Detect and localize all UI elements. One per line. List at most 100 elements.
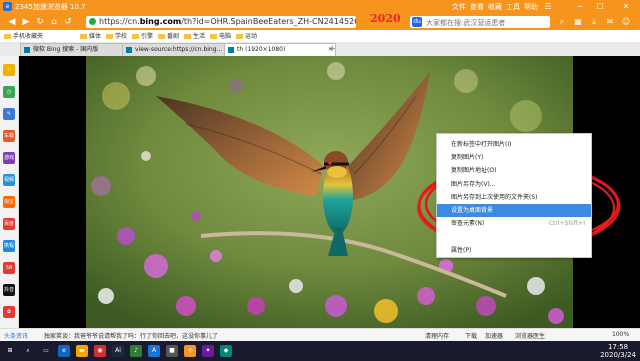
bookmark-anime[interactable]: 番剧 [158,31,179,40]
taskbar-app-icon[interactable]: ■ [166,345,178,357]
tab-image[interactable]: th (1920×1080) ✕ [224,43,336,56]
sidebar-app-icon[interactable]: 58 [3,262,15,274]
menu-favorites[interactable]: 收藏 [488,2,502,12]
bookmark-school[interactable]: 学校 [106,31,127,40]
browser-doctor-button[interactable]: 浏览器医生 [515,331,545,340]
sidebar-app-icon[interactable]: 车载 [3,130,15,142]
phone-icon [4,34,11,39]
context-menu-item[interactable]: 复制图片(Y) [437,151,591,164]
taskbar-app-icon[interactable]: ⊞ [4,345,16,357]
taskbar-app-icon[interactable]: e [58,345,70,357]
bookmark-media[interactable]: 媒体 [80,31,101,40]
clean-memory-button[interactable]: 清理内存 [425,331,449,340]
taskbar-app-icon[interactable]: A [148,345,160,357]
context-menu-item-label: 属性(P) [451,246,472,254]
address-bar[interactable]: https://cn.bing.com/th?id=OHR.SpainBeeEa… [86,16,356,28]
taskbar-app-icon[interactable]: ◉ [94,345,106,357]
context-menu-item[interactable]: 图片另存为(V)... [437,178,591,191]
search-box[interactable]: du 大家都在搜:武汉营运患者 [410,16,550,28]
taskbar-app-icon[interactable]: Ai [112,345,124,357]
sidebar-app-icon[interactable]: ✿ [3,306,15,318]
sidebar-app-icon[interactable]: 抖音 [3,284,15,296]
close-icon[interactable]: ✕ [612,0,640,14]
user-icon[interactable]: ☺ [620,16,632,28]
search-icon[interactable]: ⌕ [556,16,568,28]
baidu-logo-icon[interactable]: du [412,17,422,27]
sidebar-app-icon[interactable]: 淘宝 [3,196,15,208]
bing-icon [24,47,30,53]
bing-icon [228,47,234,53]
refresh-icon[interactable]: ↻ [34,16,46,28]
status-bar: 头条资讯 独家笑谈：我爸爷爷说请帮我了吗：行了你回去吧，这没你事儿了 清理内存 … [0,328,640,342]
taskbar-app-icon[interactable]: ⌕ [22,345,34,357]
taskbar: 17:58 2020/3/24 ⊞ ⌕ ▭ e ▬ ◉ Ai ♪ A ■ ◎ ✦ ◆ [0,341,640,361]
taskbar-app-icon[interactable]: ✦ [202,345,214,357]
maximize-icon[interactable]: ☐ [592,0,608,14]
context-menu-item[interactable]: 属性(P) [437,244,591,257]
sidebar-app-icon[interactable]: ◷ [3,86,15,98]
new-tab-icon[interactable]: + [326,43,338,55]
address-url[interactable]: https://cn.bing.com/th?id=OHR.SpainBeeEa… [99,17,356,26]
folder-icon [158,34,165,39]
taskbar-app-icon[interactable]: ◆ [220,345,232,357]
history-icon[interactable]: ↺ [62,16,74,28]
sidebar-app-icon[interactable]: ☆ [3,64,15,76]
sidebar-app-icon[interactable]: 携程 [3,240,15,252]
forward-icon[interactable]: ▶ [20,16,32,28]
download-icon[interactable]: ⤓ [588,16,600,28]
sidebar-app-icon[interactable]: ✎ [3,108,15,120]
folder-icon [80,34,87,39]
folder-icon [106,34,113,39]
context-menu-item-label: 复制图片(Y) [451,154,484,162]
taskbar-app-icon[interactable]: ♪ [130,345,142,357]
context-menu-item[interactable]: 复制图片地址(O) [437,164,591,177]
folder-icon [132,34,139,39]
sidebar-app-icon[interactable]: 游戏 [3,152,15,164]
secure-lock-icon [89,18,96,25]
menu-view[interactable]: 查看 [470,2,484,12]
tab-view-source[interactable]: view-source:https://cn.bing... ✕ [122,43,234,56]
search-placeholder[interactable]: 大家都在搜:武汉营运患者 [426,18,505,28]
clock-time: 17:58 [607,343,629,351]
context-menu-item[interactable]: 审查元素(N) Ctrl+Shift+I [437,217,591,230]
zoom-level[interactable]: 100% [612,331,629,338]
system-clock[interactable]: 17:58 2020/3/24 [600,343,636,359]
context-menu-item-label: 审查元素(N) [451,220,485,228]
context-menu-item-label: 图片另存为(V)... [451,180,496,188]
mail-icon[interactable]: ✉ [604,16,616,28]
banner-year: 2020 [370,12,401,25]
tab-label: view-source:https://cn.bing... [135,46,223,53]
window-title: 2345加速浏览器 10.7 [15,3,86,11]
bookmark-sports[interactable]: 运动 [236,31,257,40]
sidebar-app-icon[interactable]: 百度 [3,218,15,230]
title-bar: e 2345加速浏览器 10.7 文件 查看 收藏 工具 帮助 ☰ ─ ☐ ✕ [0,0,640,14]
taskbar-app-icon[interactable]: ▭ [40,345,52,357]
bookmark-life[interactable]: 生活 [184,31,205,40]
news-ticker[interactable]: 独家笑谈：我爸爷爷说请帮我了吗：行了你回去吧，这没你事儿了 [44,331,374,340]
context-menu-item[interactable]: 在新标签中打开图片(I) [437,138,591,151]
taskbar-app-icon[interactable]: ◎ [184,345,196,357]
bookmark-engine[interactable]: 引擎 [132,31,153,40]
skin-icon[interactable]: ☰ [540,0,556,14]
menu-file[interactable]: 文件 [452,2,466,12]
sidebar-app-icon[interactable]: 视频 [3,174,15,186]
menu-help[interactable]: 帮助 [524,2,538,12]
menu-tools[interactable]: 工具 [506,2,520,12]
apps-icon[interactable]: ▦ [572,16,584,28]
context-menu-item[interactable]: 设置为桌面背景 [437,204,591,217]
back-icon[interactable]: ◀ [6,16,18,28]
context-menu-item-label: 复制图片地址(O) [451,167,497,175]
folder-icon [236,34,243,39]
home-icon[interactable]: ⌂ [48,16,60,28]
taskbar-app-icon[interactable]: ▬ [76,345,88,357]
accelerator-button[interactable]: 加速器 [485,331,503,340]
context-menu-item-label: 在新标签中打开图片(I) [451,141,512,148]
festival-banner[interactable]: 2020 [360,12,410,30]
context-menu-item[interactable]: 图片另存到上次使用的文件夹(S) [437,191,591,204]
bookmark-mobile[interactable]: 手机收藏夹 [4,31,43,40]
minimize-icon[interactable]: ─ [572,0,588,14]
tab-bing-search[interactable]: 微软 Bing 搜索 - 国内版 ✕ [20,43,132,56]
download-button[interactable]: 下载 [465,331,477,340]
bookmark-computer[interactable]: 电脑 [210,31,231,40]
news-label[interactable]: 头条资讯 [4,331,28,340]
